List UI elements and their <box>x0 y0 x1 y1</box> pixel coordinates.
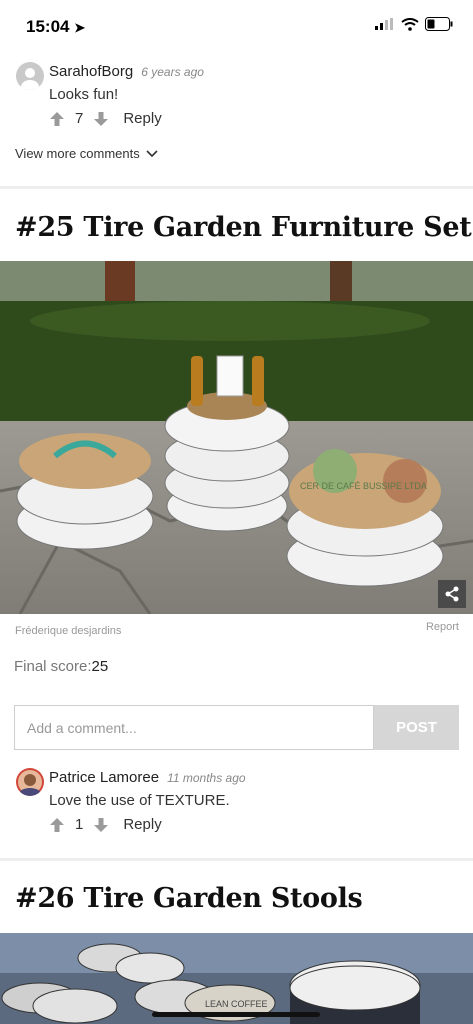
item-title: #26 Tire Garden Stools <box>15 883 363 914</box>
score-value: 25 <box>91 658 109 675</box>
comment-timestamp: 11 months ago <box>167 771 246 785</box>
clock-text: 15:04 <box>26 17 70 36</box>
vote-row: 1 Reply <box>49 816 162 833</box>
score-label: Final score: <box>14 658 92 675</box>
battery-icon <box>425 17 453 31</box>
photo-credit[interactable]: Fréderique desjardins <box>15 625 121 637</box>
downvote-arrow-icon[interactable] <box>93 111 109 127</box>
item-title: #25 Tire Garden Furniture Set <box>15 212 472 243</box>
upvote-arrow-icon[interactable] <box>49 111 65 127</box>
status-icons <box>375 17 453 31</box>
vote-count: 7 <box>75 110 84 127</box>
section-divider <box>0 858 473 861</box>
comment-input[interactable]: Add a comment... <box>14 705 374 750</box>
item-photo[interactable]: LEAN COFFEE <box>0 933 473 1024</box>
report-link[interactable]: Report <box>426 621 459 633</box>
item-photo[interactable]: CER DE CAFÉ BUSSIPE LTDA <box>0 261 473 614</box>
post-button[interactable]: POST <box>374 705 459 750</box>
avatar[interactable] <box>16 768 44 796</box>
stool-print-text: LEAN COFFEE <box>205 999 268 1009</box>
comment-timestamp: 6 years ago <box>141 65 204 79</box>
downvote-arrow-icon[interactable] <box>93 817 109 833</box>
avatar[interactable] <box>16 62 44 90</box>
comment-text: Love the use of TEXTURE. <box>49 792 230 809</box>
signal-icon <box>375 18 393 30</box>
view-more-comments[interactable]: View more comments <box>15 146 159 161</box>
reply-button[interactable]: Reply <box>123 816 161 833</box>
chevron-down-icon <box>146 149 158 157</box>
comment-text: Looks fun! <box>49 86 119 103</box>
reply-button[interactable]: Reply <box>123 110 161 127</box>
comment-username[interactable]: Patrice Lamoree <box>49 769 159 786</box>
share-button[interactable] <box>438 580 466 608</box>
vote-row: 7 Reply <box>49 110 162 127</box>
tire-furniture-photo: CER DE CAFÉ BUSSIPE LTDA <box>0 261 473 614</box>
comment-header: SarahofBorg 6 years ago <box>49 63 204 80</box>
share-icon <box>445 586 459 602</box>
upvote-arrow-icon[interactable] <box>49 817 65 833</box>
comment-username[interactable]: SarahofBorg <box>49 63 133 80</box>
wifi-icon <box>401 17 419 31</box>
status-time: 15:04 ➤ <box>26 17 85 37</box>
view-more-label: View more comments <box>15 146 140 161</box>
user-photo-icon <box>18 770 42 796</box>
default-user-icon <box>21 68 39 90</box>
home-indicator[interactable] <box>152 1012 320 1017</box>
section-divider <box>0 186 473 189</box>
stool-print-text: CER DE CAFÉ BUSSIPE LTDA <box>300 481 427 491</box>
vote-count: 1 <box>75 816 84 833</box>
final-score: Final score:25 <box>14 658 108 675</box>
location-arrow-icon: ➤ <box>74 20 86 35</box>
comment-header: Patrice Lamoree 11 months ago <box>49 769 246 786</box>
tire-stools-photo: LEAN COFFEE <box>0 933 473 1024</box>
